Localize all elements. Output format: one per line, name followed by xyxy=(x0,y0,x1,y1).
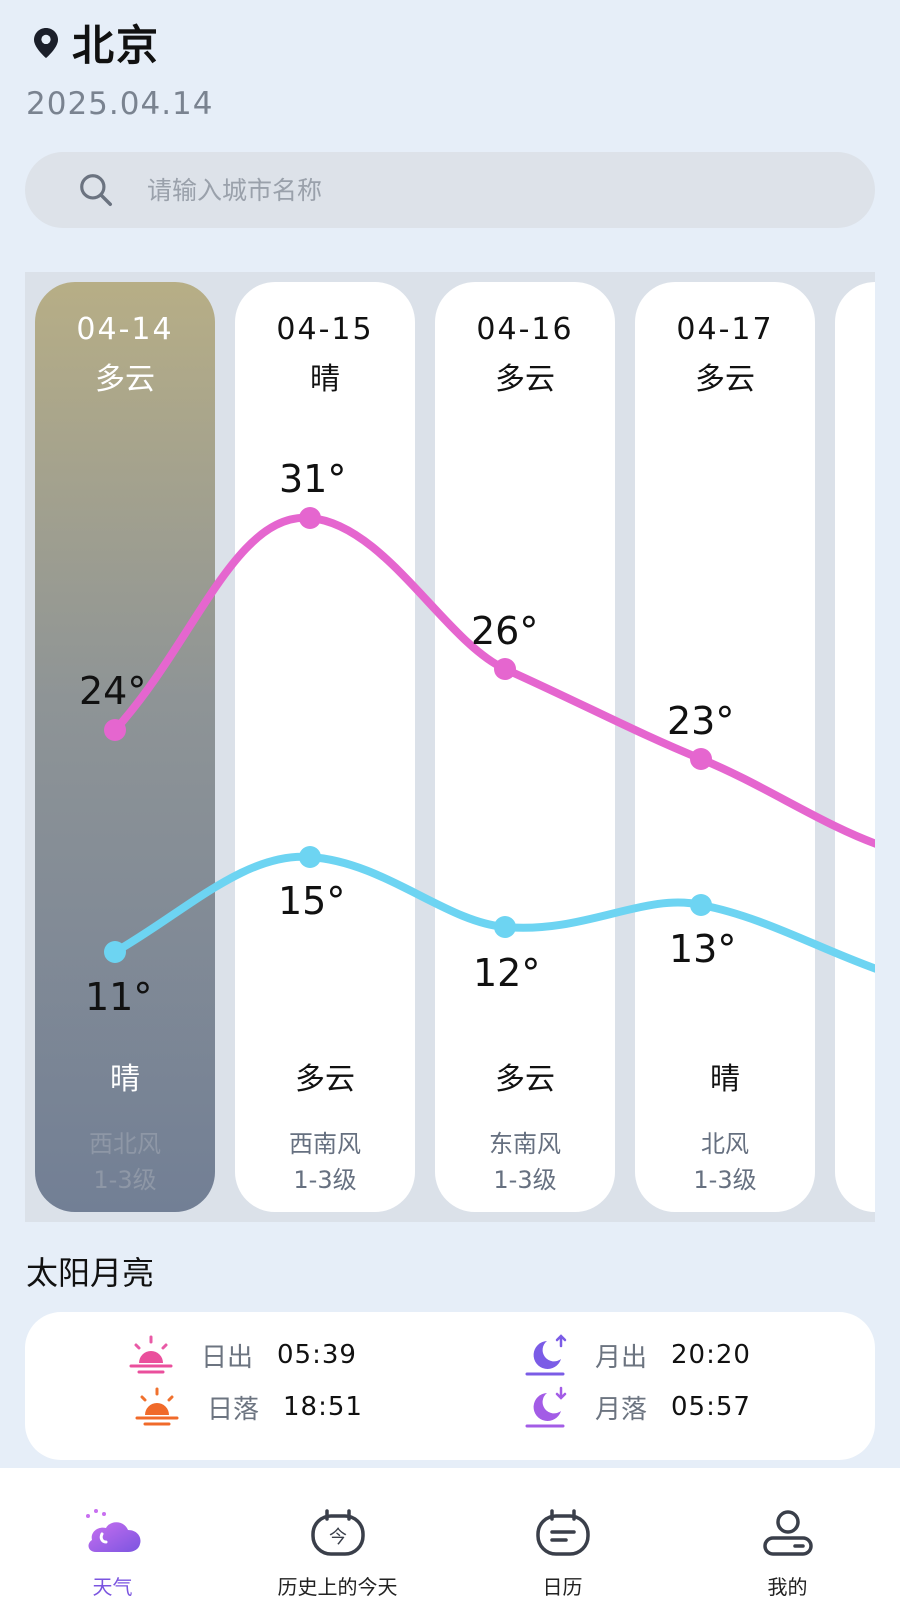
sunset-time: 18:51 xyxy=(283,1392,363,1422)
location-pin-icon xyxy=(34,27,58,58)
low-temp-point xyxy=(690,894,712,916)
moonrise-time: 20:20 xyxy=(671,1340,751,1370)
low-temp-point xyxy=(104,941,126,963)
nav-label: 我的 xyxy=(767,1575,808,1599)
calendar-icon xyxy=(536,1509,590,1556)
low-temp-label: 12° xyxy=(473,951,540,995)
low-temp-label: 11° xyxy=(85,975,152,1019)
search-icon xyxy=(80,174,112,206)
high-temp-label: 26° xyxy=(471,609,538,653)
nav-tab-history[interactable]: 今 历史上的今天 xyxy=(225,1468,450,1600)
city-name: 北京 xyxy=(72,21,161,70)
sunset-icon xyxy=(135,1387,179,1426)
high-temp-point xyxy=(494,658,516,680)
low-temp-label: 13° xyxy=(669,927,736,971)
sunrise-label: 日出 xyxy=(201,1342,254,1373)
low-temp-label: 15° xyxy=(278,879,345,923)
nav-tab-profile[interactable]: 我的 xyxy=(675,1468,900,1600)
nav-tab-calendar[interactable]: 日历 xyxy=(450,1468,675,1600)
current-date: 2025.04.14 xyxy=(26,86,214,122)
high-temp-label: 31° xyxy=(279,457,346,501)
moonset-row: 月落 05:57 xyxy=(521,1384,751,1430)
low-temp-point xyxy=(299,846,321,868)
high-temp-label: 23° xyxy=(667,699,734,743)
profile-icon xyxy=(763,1510,813,1556)
moonset-icon xyxy=(525,1386,567,1428)
moonrise-label: 月出 xyxy=(595,1342,648,1373)
sunset-row: 日落 18:51 xyxy=(133,1384,363,1430)
high-temp-line xyxy=(111,513,875,848)
nav-tab-weather[interactable]: 天气 xyxy=(0,1468,225,1600)
high-temp-point xyxy=(690,748,712,770)
temperature-curve-chart: 24° 31° 26° 23° 11° 15° 12° 13° xyxy=(79,457,875,1019)
sunrise-icon xyxy=(129,1335,173,1374)
moonset-label: 月落 xyxy=(595,1394,648,1425)
svg-text:今: 今 xyxy=(329,1527,347,1548)
history-today-icon: 今 xyxy=(311,1509,365,1556)
location-header[interactable]: 北京 xyxy=(28,12,160,73)
high-temp-label: 24° xyxy=(79,669,146,713)
sunrise-time: 05:39 xyxy=(277,1340,357,1370)
moonrise-icon xyxy=(525,1334,567,1376)
bottom-nav: 天气 今 历史上的今天 日历 我的 xyxy=(0,1468,900,1600)
sun-moon-card: 日出 05:39 日落 18:51 月出 20:20 月落 05:57 xyxy=(25,1312,875,1460)
low-temp-point xyxy=(494,916,516,938)
weather-cloud-icon xyxy=(86,1509,141,1552)
sunrise-row: 日出 05:39 xyxy=(127,1332,357,1378)
sun-moon-title: 太阳月亮 xyxy=(26,1254,155,1292)
city-search-bar[interactable] xyxy=(25,152,875,228)
high-temp-point xyxy=(299,507,321,529)
nav-label: 天气 xyxy=(92,1575,133,1599)
nav-label: 历史上的今天 xyxy=(277,1575,398,1599)
moonrise-row: 月出 20:20 xyxy=(521,1332,751,1378)
moonset-time: 05:57 xyxy=(671,1392,751,1422)
city-search-input[interactable] xyxy=(145,174,749,206)
nav-label: 日历 xyxy=(542,1575,583,1599)
sunset-label: 日落 xyxy=(207,1394,260,1425)
forecast-carousel[interactable]: 04-14 多云 晴 西北风 1-3级 04-15 晴 多云 西南风 1-3级 … xyxy=(25,272,875,1222)
high-temp-point xyxy=(104,719,126,741)
